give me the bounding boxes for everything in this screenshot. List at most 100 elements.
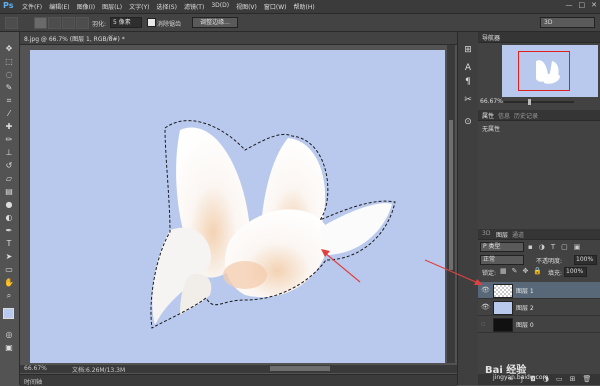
navigator-view-rect[interactable]: [518, 51, 570, 91]
menu-image[interactable]: 图像(I): [77, 2, 95, 11]
eraser-icon[interactable]: ▱: [4, 174, 14, 184]
menu-view[interactable]: 视图(V): [236, 2, 257, 11]
paragraph-icon[interactable]: ¶: [462, 76, 474, 88]
quick-select-icon[interactable]: ✎: [4, 83, 14, 93]
menu-window[interactable]: 窗口(W): [264, 2, 287, 11]
watermark-url: jingyan.baidu.com: [493, 374, 549, 381]
window-controls: — □ ✕: [566, 1, 598, 9]
tab-3d[interactable]: 3D: [482, 230, 490, 237]
tab-history[interactable]: 历史记录: [514, 111, 538, 120]
subtract-selection-icon[interactable]: [62, 17, 75, 29]
refine-edge-button[interactable]: 调整边缘...: [192, 17, 238, 28]
menu-help[interactable]: 帮助(H): [294, 2, 315, 11]
eyedropper-icon[interactable]: ⁄: [4, 109, 14, 119]
path-select-icon[interactable]: ➤: [4, 252, 14, 262]
timeline-panel[interactable]: 时间轴: [20, 374, 457, 386]
type-filter-icon[interactable]: T: [551, 243, 555, 251]
flower-image: [150, 120, 396, 329]
navigator-tabbar: 导航器: [478, 32, 600, 43]
navigator-zoom-knob[interactable]: [528, 99, 531, 105]
adjustment-filter-icon[interactable]: ◑: [539, 243, 545, 251]
properties-empty-text: 无属性: [482, 126, 501, 133]
delete-layer-icon[interactable]: 🗑: [582, 375, 591, 383]
gradient-icon[interactable]: ▤: [4, 187, 14, 197]
opacity-input[interactable]: 100%: [574, 255, 597, 265]
quick-mask-icon[interactable]: ◎: [4, 330, 14, 340]
layer-filter-icons: ▪ ◑ T ▢ ▣: [528, 243, 580, 251]
tab-layers[interactable]: 图层: [496, 230, 508, 239]
lock-all-icon[interactable]: 🔒: [533, 267, 542, 275]
lasso-icon[interactable]: ◌: [4, 70, 14, 80]
tool-preset-icon[interactable]: ✂: [462, 94, 474, 106]
screen-mode-icon[interactable]: ▣: [4, 343, 14, 353]
lock-position-icon[interactable]: ✥: [523, 267, 529, 275]
layer-thumbnail: [493, 318, 513, 332]
minimize-button[interactable]: —: [566, 1, 573, 9]
lock-transparent-icon[interactable]: ▦: [500, 267, 507, 275]
navigator-zoom-slider[interactable]: [504, 101, 574, 103]
visibility-eye-icon[interactable]: 👁: [481, 303, 490, 311]
visibility-eye-icon[interactable]: ▫: [481, 320, 486, 328]
menu-select[interactable]: 选择(S): [156, 2, 177, 11]
type-icon[interactable]: T: [4, 239, 14, 249]
vertical-scroll-thumb[interactable]: [449, 120, 453, 270]
close-document-icon[interactable]: ×: [108, 33, 114, 41]
layer-row[interactable]: ▫ 图层 0: [478, 316, 600, 333]
dodge-icon[interactable]: ◐: [4, 213, 14, 223]
crop-icon[interactable]: ⌗: [4, 96, 14, 106]
right-panels: 导航器 66.67% 属性 信息 历史记录 无属性 3D 图层 通道 P 类型 …: [478, 32, 600, 385]
workspace-select[interactable]: 3D: [540, 17, 595, 28]
lasso-preset-icon[interactable]: [5, 17, 18, 29]
navigator-preview[interactable]: [502, 45, 598, 97]
tab-navigator[interactable]: 导航器: [482, 33, 500, 42]
horizontal-scroll-thumb[interactable]: [270, 366, 330, 371]
zoom-level[interactable]: 66.67%: [24, 365, 47, 372]
intersect-selection-icon[interactable]: [76, 17, 89, 29]
shape-icon[interactable]: ▭: [4, 265, 14, 275]
smart-filter-icon[interactable]: ▣: [574, 243, 581, 251]
marquee-icon[interactable]: ⬚: [4, 57, 14, 67]
move-icon[interactable]: ✥: [4, 44, 14, 54]
fill-input[interactable]: 100%: [564, 267, 587, 277]
history-brush-icon[interactable]: ↺: [4, 161, 14, 171]
foreground-color-swatch[interactable]: [3, 308, 14, 319]
feather-input[interactable]: 5 像素: [110, 17, 142, 28]
tab-properties[interactable]: 属性: [482, 111, 494, 120]
tab-channels[interactable]: 通道: [512, 230, 524, 239]
shape-filter-icon[interactable]: ▢: [561, 243, 568, 251]
close-button[interactable]: ✕: [591, 1, 597, 9]
menu-type[interactable]: 文字(Y): [129, 2, 149, 11]
zoom-icon[interactable]: ⌕: [4, 291, 14, 301]
healing-icon[interactable]: ✚: [4, 122, 14, 132]
group-icon[interactable]: ▭: [556, 375, 563, 383]
menu-3d[interactable]: 3D(D): [211, 2, 229, 11]
new-selection-icon[interactable]: [34, 17, 47, 29]
character-icon[interactable]: A: [462, 62, 474, 74]
menu-bar: Ps 文件(F) 编辑(E) 图像(I) 图层(L) 文字(Y) 选择(S) 滤…: [0, 0, 600, 14]
menu-edit[interactable]: 编辑(E): [49, 2, 69, 11]
hand-icon[interactable]: ✋: [4, 278, 14, 288]
menu-items: 文件(F) 编辑(E) 图像(I) 图层(L) 文字(Y) 选择(S) 滤镜(T…: [22, 2, 315, 11]
stamp-icon[interactable]: ⊥: [4, 148, 14, 158]
menu-file[interactable]: 文件(F): [22, 2, 42, 11]
pen-icon[interactable]: ✒: [4, 226, 14, 236]
new-layer-icon[interactable]: ⊞: [570, 375, 576, 383]
menu-filter[interactable]: 滤镜(T): [184, 2, 204, 11]
add-selection-icon[interactable]: [48, 17, 61, 29]
layer-row[interactable]: 👁 图层 1: [478, 282, 600, 299]
pixel-filter-icon[interactable]: ▪: [528, 243, 533, 251]
document-canvas[interactable]: [30, 50, 445, 363]
tab-info[interactable]: 信息: [498, 111, 510, 120]
antialias-checkbox[interactable]: [147, 18, 156, 27]
document-tab[interactable]: 8.jpg @ 66.7% (图层 1, RGB/8#) * ×: [20, 32, 460, 45]
clone-source-icon[interactable]: ⊙: [462, 116, 474, 128]
layer-row[interactable]: 👁 图层 2: [478, 299, 600, 316]
menu-layer[interactable]: 图层(L): [102, 2, 122, 11]
lock-pixels-icon[interactable]: ✎: [512, 267, 518, 275]
blur-icon[interactable]: ●: [4, 200, 14, 210]
options-bar: 羽化: 5 像素 消除锯齿 调整边缘... 3D: [0, 14, 600, 32]
history-icon[interactable]: ⊞: [462, 44, 474, 56]
brush-icon[interactable]: ✏: [4, 135, 14, 145]
navigator-zoom[interactable]: 66.67%: [480, 98, 503, 105]
maximize-button[interactable]: □: [579, 1, 586, 9]
